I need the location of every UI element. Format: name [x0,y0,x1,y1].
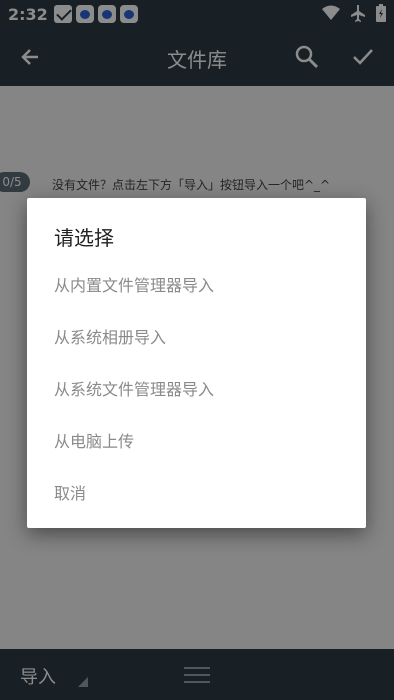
option-builtin-file-manager[interactable]: 从内置文件管理器导入 [27,258,366,310]
option-system-album[interactable]: 从系统相册导入 [27,310,366,362]
choose-dialog: 请选择 从内置文件管理器导入 从系统相册导入 从系统文件管理器导入 从电脑上传 … [27,198,366,528]
option-upload-from-pc[interactable]: 从电脑上传 [27,414,366,466]
option-system-file-manager[interactable]: 从系统文件管理器导入 [27,362,366,414]
cancel-button[interactable]: 取消 [27,466,366,518]
dialog-title: 请选择 [54,226,114,250]
